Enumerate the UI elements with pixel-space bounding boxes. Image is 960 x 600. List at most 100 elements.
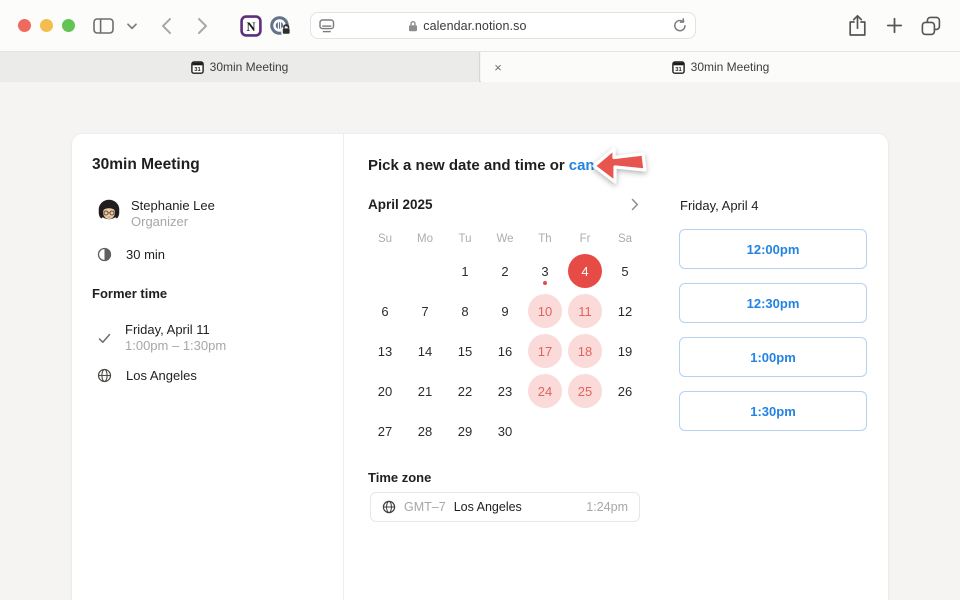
calendar-day[interactable]: 20 <box>365 371 405 411</box>
window-close-button[interactable] <box>18 19 31 32</box>
calendar-day[interactable]: 16 <box>485 331 525 371</box>
tab-title: 30min Meeting <box>210 60 289 74</box>
calendar-empty-cell <box>605 411 645 451</box>
back-icon[interactable] <box>161 17 172 35</box>
calendar-day[interactable]: 2 <box>485 251 525 291</box>
calendar-day[interactable]: 10 <box>525 291 565 331</box>
calendar-day[interactable]: 11 <box>565 291 605 331</box>
calendar-empty-cell <box>525 411 565 451</box>
former-time-row: Friday, April 11 1:00pm – 1:30pm <box>96 322 226 354</box>
calendar-day[interactable]: 28 <box>405 411 445 451</box>
calendar-day[interactable]: 8 <box>445 291 485 331</box>
globe-icon <box>96 368 112 383</box>
duration-row: 30 min <box>96 247 165 262</box>
calendar-empty-cell <box>405 251 445 291</box>
time-slots: 12:00pm 12:30pm 1:00pm 1:30pm <box>679 229 867 431</box>
calendar-day[interactable]: 25 <box>565 371 605 411</box>
calendar-day[interactable]: 30 <box>485 411 525 451</box>
slot-date-label: Friday, April 4 <box>680 198 867 214</box>
browser-window: N calendar.notion.so <box>0 0 960 600</box>
meeting-details-panel: 30min Meeting St <box>72 134 344 600</box>
calendar-day[interactable]: 7 <box>405 291 445 331</box>
window-zoom-button[interactable] <box>62 19 75 32</box>
svg-text:N: N <box>246 20 255 34</box>
calendar-grid: 1234567891011121314151617181920212223242… <box>365 251 645 451</box>
weekday-label: Mo <box>405 226 445 251</box>
notion-extension-icon[interactable]: N <box>240 15 262 37</box>
weekday-label: Su <box>365 226 405 251</box>
weekday-label: Tu <box>445 226 485 251</box>
calendar-day[interactable]: 1 <box>445 251 485 291</box>
calendar-day[interactable]: 9 <box>485 291 525 331</box>
calendar-day[interactable]: 5 <box>605 251 645 291</box>
check-icon <box>96 333 112 344</box>
time-slot-button[interactable]: 12:30pm <box>679 283 867 323</box>
weekday-label: Th <box>525 226 565 251</box>
sidebar-toggle-icon[interactable] <box>93 18 114 34</box>
calendar-day[interactable]: 14 <box>405 331 445 371</box>
calendar-day[interactable]: 6 <box>365 291 405 331</box>
duration-value: 30 min <box>126 247 165 262</box>
organizer-name: Stephanie Lee <box>131 198 215 214</box>
calendar-day[interactable]: 23 <box>485 371 525 411</box>
timezone-current-time: 1:24pm <box>586 500 628 514</box>
calendar-day[interactable]: 4 <box>565 251 605 291</box>
tab-30min-meeting-1[interactable]: 31 30min Meeting <box>0 52 480 82</box>
calendar-day[interactable]: 21 <box>405 371 445 411</box>
location-row: Los Angeles <box>96 368 197 383</box>
calendar-day[interactable]: 3 <box>525 251 565 291</box>
calendar-day[interactable]: 24 <box>525 371 565 411</box>
calendar-day[interactable]: 29 <box>445 411 485 451</box>
meeting-title: 30min Meeting <box>92 156 200 174</box>
red-arrow-pointer <box>590 145 650 194</box>
location-value: Los Angeles <box>126 368 197 383</box>
address-bar[interactable]: calendar.notion.so <box>310 12 696 39</box>
chevron-right-icon[interactable] <box>631 198 639 211</box>
chevron-down-icon[interactable] <box>127 23 137 30</box>
time-slot-button[interactable]: 1:00pm <box>679 337 867 377</box>
former-date: Friday, April 11 <box>125 322 226 338</box>
calendar-day[interactable]: 26 <box>605 371 645 411</box>
calendar-day[interactable]: 13 <box>365 331 405 371</box>
calendar-favicon: 31 <box>191 60 204 74</box>
calendar-day[interactable]: 27 <box>365 411 405 451</box>
close-icon[interactable]: × <box>490 59 506 75</box>
calendar-day[interactable]: 15 <box>445 331 485 371</box>
tab-title: 30min Meeting <box>691 60 770 74</box>
organizer-role: Organizer <box>131 214 215 230</box>
weekday-label: Sa <box>605 226 645 251</box>
avatar <box>96 198 122 230</box>
calendar-day[interactable]: 22 <box>445 371 485 411</box>
window-minimize-button[interactable] <box>40 19 53 32</box>
onepassword-extension-icon[interactable] <box>269 15 292 38</box>
url-text: calendar.notion.so <box>423 19 526 33</box>
tab-30min-meeting-2[interactable]: × 31 30min Meeting <box>481 52 960 82</box>
calendar-empty-cell <box>565 411 605 451</box>
weekday-label: Fr <box>565 226 605 251</box>
calendar-day[interactable]: 19 <box>605 331 645 371</box>
timezone-selector[interactable]: GMT–7 Los Angeles 1:24pm <box>370 492 640 522</box>
forward-icon[interactable] <box>197 17 208 35</box>
timezone-heading: Time zone <box>368 470 431 485</box>
time-slot-button[interactable]: 1:30pm <box>679 391 867 431</box>
calendar-empty-cell <box>365 251 405 291</box>
lock-icon <box>408 20 418 32</box>
calendar-day[interactable]: 18 <box>565 331 605 371</box>
reschedule-prompt: Pick a new date and time orcancel <box>368 157 615 174</box>
weekday-label: We <box>485 226 525 251</box>
time-slot-panel: Friday, April 4 12:00pm 12:30pm 1:00pm 1:30… <box>679 198 867 445</box>
calendar-day[interactable]: 12 <box>605 291 645 331</box>
share-icon[interactable] <box>848 14 867 37</box>
tab-bar: 31 30min Meeting × 31 30min Meeting <box>0 52 960 82</box>
website-settings-icon[interactable] <box>319 19 335 33</box>
month-header: April 2025 <box>368 197 645 212</box>
tab-overview-icon[interactable] <box>921 16 941 36</box>
time-slot-button[interactable]: 12:00pm <box>679 229 867 269</box>
globe-icon <box>382 500 396 514</box>
calendar-day[interactable]: 17 <box>525 331 565 371</box>
organizer-row: Stephanie Lee Organizer <box>96 198 215 230</box>
former-time-range: 1:00pm – 1:30pm <box>125 338 226 354</box>
new-tab-icon[interactable] <box>886 17 903 34</box>
refresh-icon[interactable] <box>673 18 687 33</box>
month-label: April 2025 <box>368 197 433 212</box>
